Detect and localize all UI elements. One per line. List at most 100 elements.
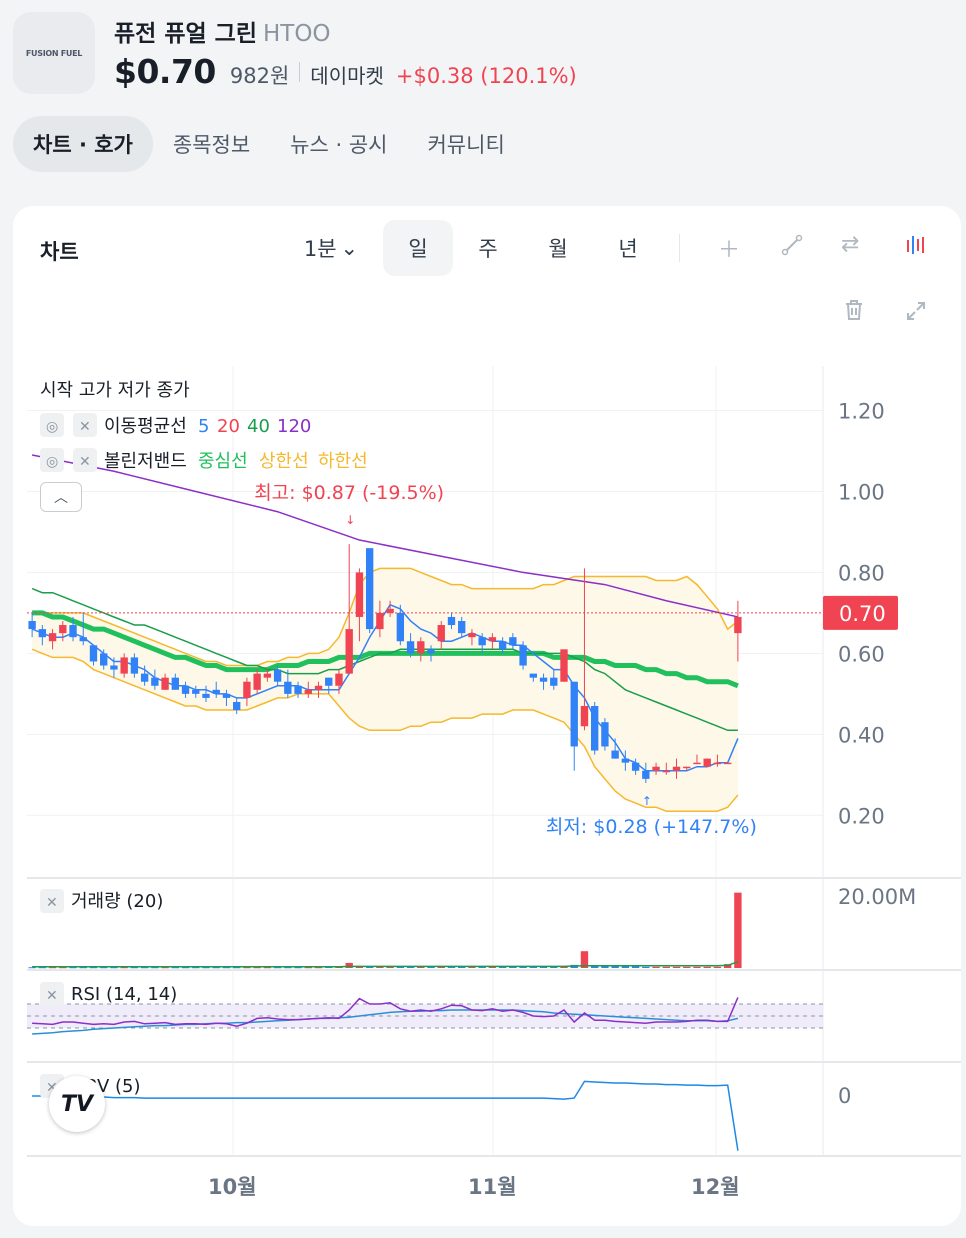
candle-body <box>591 706 599 751</box>
candle-body <box>253 673 261 690</box>
volume-bar <box>693 966 701 968</box>
bb-center-label: 중심선 <box>198 451 248 472</box>
candle-body <box>161 677 169 690</box>
volume-bar <box>642 966 650 968</box>
candle-body <box>130 657 139 674</box>
ma-period-5: 5 <box>198 416 209 437</box>
tab-community[interactable]: 커뮤니티 <box>407 116 524 172</box>
candle-body <box>100 653 108 666</box>
candle-body <box>539 677 548 682</box>
bb-legend-label: 볼린저밴드 <box>104 451 187 472</box>
divider <box>299 61 301 82</box>
candle-body <box>529 673 537 678</box>
bb-upper-label: 상한선 <box>259 451 309 472</box>
volume-bar <box>621 966 630 968</box>
candle-body <box>151 677 159 686</box>
candle-body <box>652 766 660 771</box>
tab-bar: 차트 · 호가 종목정보 뉴스 · 공시 커뮤니티 <box>13 116 525 172</box>
candle-body <box>498 641 507 650</box>
candle-body <box>233 701 241 711</box>
candle-body <box>345 629 353 674</box>
x-tick-label: 12월 <box>691 1175 740 1199</box>
candle-body <box>642 770 650 779</box>
candle-body <box>365 548 374 630</box>
candle-body <box>355 572 364 617</box>
candle-body <box>171 677 179 690</box>
ma-remove-icon-glyph: ✕ <box>79 419 91 435</box>
candle-body <box>713 762 722 765</box>
candle-body <box>110 665 118 670</box>
ohlc-legend: 시작 고가 저가 종가 <box>40 380 190 401</box>
volume-bar <box>611 966 619 968</box>
candle-body <box>181 685 190 694</box>
candle-body <box>294 685 302 694</box>
stock-name: 퓨전 퓨얼 그린 HTOO <box>114 21 331 47</box>
volume-remove-icon-glyph: ✕ <box>46 895 58 911</box>
rsi-remove-icon-glyph: ✕ <box>46 988 58 1004</box>
volume-bar <box>672 966 681 968</box>
candle-body <box>734 616 742 634</box>
rsi-legend-label: RSI (14, 14) <box>71 984 177 1005</box>
candle-body <box>396 612 405 642</box>
candle-body <box>601 722 609 747</box>
chart-card: 차트 1분 ⌄ 일 주 월 년 ＋ ⇄ 1.20 1.00 0.80 0.60 0.40 0… <box>13 206 961 1226</box>
candle-body <box>478 637 486 646</box>
volume-bar <box>713 966 722 968</box>
price-tick-label: 0.80 <box>838 561 885 585</box>
volume-bar <box>734 892 742 968</box>
tradingview-logo[interactable]: TV <box>49 1076 105 1132</box>
candle-body <box>723 762 732 765</box>
candle-body <box>376 612 384 630</box>
candle-body <box>59 625 67 634</box>
legend-collapse-button[interactable]: ︿ <box>40 482 82 512</box>
candle-body <box>386 608 394 613</box>
volume-tick-label: 20.00M <box>838 885 916 909</box>
candle-body <box>427 649 435 654</box>
price-tick-label: 0.20 <box>838 804 885 828</box>
tab-chart[interactable]: 차트 · 호가 <box>13 116 153 172</box>
price-change: +$0.38 (120.1%) <box>395 64 577 88</box>
candle-body <box>406 641 415 654</box>
candle-body <box>28 621 36 630</box>
candle-body <box>325 677 333 686</box>
candle-body <box>683 766 691 769</box>
tab-info[interactable]: 종목정보 <box>153 116 270 172</box>
candle-body <box>192 689 200 694</box>
bb-visibility-icon-glyph: ◎ <box>46 454 58 470</box>
candle-body <box>79 637 87 642</box>
candle-body <box>314 685 323 690</box>
candle-body <box>437 625 445 642</box>
current-price-label: 0.70 <box>839 602 886 626</box>
candle-body <box>509 637 517 646</box>
price-tick-label: 0.40 <box>838 723 885 747</box>
company-logo: FUSION FUEL <box>13 12 95 94</box>
bollinger-fill <box>32 568 738 812</box>
candle-body <box>703 758 711 767</box>
candle-body <box>243 681 251 698</box>
candle-body <box>417 641 425 654</box>
market-label: 데이마켓 <box>310 64 384 88</box>
candle-body <box>580 706 589 727</box>
high-arrow-icon: ↓ <box>345 513 355 527</box>
obv-tick-label: 0 <box>838 1084 851 1108</box>
volume-bar <box>652 966 660 968</box>
volume-ma-line <box>32 961 739 968</box>
ma-period-120: 120 <box>277 416 311 437</box>
candle-body <box>519 645 527 666</box>
candle-body <box>48 633 57 642</box>
volume-bar <box>683 966 691 968</box>
candle-body <box>468 633 476 638</box>
volume-bar <box>703 966 711 968</box>
candle-body <box>202 693 210 698</box>
candle-body <box>611 750 619 759</box>
ma-period-40: 40 <box>247 416 270 437</box>
stock-chart[interactable]: 1.20 1.00 0.80 0.60 0.40 0.20 0.70 최고: $0.87 (-… <box>13 206 961 1226</box>
candle-body <box>693 762 701 765</box>
candle-body <box>560 649 568 682</box>
volume-bar <box>631 966 640 968</box>
high-annotation: 최고: $0.87 (-19.5%) <box>254 482 444 504</box>
price-tick-label: 1.20 <box>838 400 885 424</box>
candle-body <box>38 629 47 638</box>
low-annotation: 최저: $0.28 (+147.7%) <box>546 816 757 838</box>
tab-news[interactable]: 뉴스 · 공시 <box>270 116 407 172</box>
